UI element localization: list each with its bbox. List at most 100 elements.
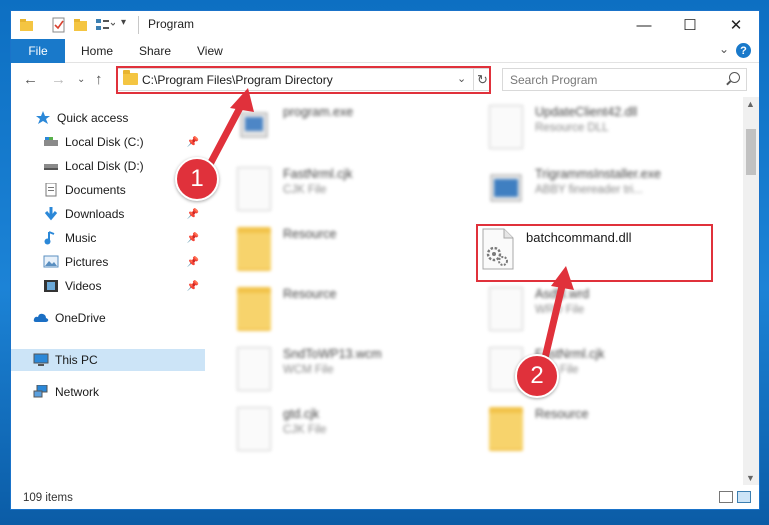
tab-file[interactable]: File: [11, 39, 65, 63]
exe-icon: [237, 105, 271, 149]
search-placeholder: Search Program: [510, 73, 598, 87]
pin-icon[interactable]: 📌: [187, 137, 199, 148]
file-item[interactable]: Asdfjl.wrd WRD File: [489, 285, 739, 337]
close-button[interactable]: ✕: [713, 11, 759, 39]
sidebar-item-quick-access[interactable]: Quick access: [11, 107, 205, 129]
back-arrow-icon[interactable]: ←: [23, 71, 38, 88]
sidebar-item-label: Downloads: [65, 207, 125, 221]
sidebar-item-label: Music: [65, 231, 97, 245]
file-item[interactable]: FastNrml.cjk CJK File: [237, 165, 487, 217]
pin-icon[interactable]: 📌: [187, 233, 199, 244]
file-name: Resource: [283, 287, 337, 301]
file-name: TrigrammsInstaller.exe: [535, 167, 661, 181]
recent-locations-icon[interactable]: ⌄: [77, 74, 85, 85]
help-icon[interactable]: ?: [736, 43, 751, 58]
file-type: CJK File: [283, 424, 327, 436]
sidebar-item-downloads[interactable]: Downloads 📌: [11, 203, 205, 225]
file-item[interactable]: SndToWP13.wcm WCM File: [237, 345, 487, 397]
ribbon-tabs: File Home Share View ⌄ ?: [11, 39, 759, 63]
up-arrow-icon[interactable]: ↑: [95, 71, 103, 88]
view-options-icon[interactable]: [95, 17, 116, 33]
file-item[interactable]: Resource: [489, 405, 739, 457]
sidebar-item-pictures[interactable]: Pictures 📌: [11, 251, 205, 273]
file-item[interactable]: UpdateClient42.dll Resource DLL: [489, 103, 739, 155]
file-highlight-box: [476, 224, 713, 282]
pin-icon[interactable]: 📌: [187, 281, 199, 292]
file-name: program.exe: [283, 105, 354, 119]
item-count: 109 items: [23, 492, 73, 504]
document-icon: [237, 347, 271, 391]
dll-icon: [489, 105, 523, 149]
forward-arrow-icon[interactable]: →: [51, 71, 66, 88]
customize-toolbar-icon[interactable]: ▾: [121, 17, 137, 33]
file-item[interactable]: gtd.cjk CJK File: [237, 405, 487, 457]
file-name: UpdateClient42.dll: [535, 105, 638, 119]
sidebar-item-label: Local Disk (D:): [65, 159, 144, 173]
sidebar-item-videos[interactable]: Videos 📌: [11, 275, 205, 297]
pin-icon[interactable]: 📌: [187, 209, 199, 220]
folder-icon: [237, 287, 271, 331]
file-name: Asdfjl.wrd: [535, 287, 590, 301]
document-icon: [489, 287, 523, 331]
file-name: Resource: [535, 407, 589, 421]
maximize-button[interactable]: ☐: [667, 11, 713, 39]
scroll-up-icon[interactable]: ▲: [746, 99, 755, 109]
sidebar-item-onedrive[interactable]: OneDrive: [11, 307, 205, 329]
computer-icon: [33, 353, 49, 367]
sidebar-item-network[interactable]: Network: [11, 381, 205, 403]
file-item[interactable]: TrigrammsInstaller.exe ABBY finereader t…: [489, 165, 739, 217]
pin-icon[interactable]: 📌: [187, 257, 199, 268]
sidebar-item-label: Network: [55, 385, 100, 399]
sidebar-item-label: This PC: [55, 353, 98, 367]
details-view-icon[interactable]: [719, 491, 733, 503]
view-switcher: [719, 491, 751, 503]
title-bar: ▾ Program — ☐ ✕: [11, 11, 759, 39]
file-type: Resource DLL: [535, 122, 609, 134]
address-highlight-box: [116, 66, 491, 94]
sidebar-item-local-disk-c[interactable]: Local Disk (C:) 📌: [11, 131, 205, 153]
scroll-thumb[interactable]: [746, 129, 756, 175]
file-name: Resource: [283, 227, 337, 241]
file-type: ABBY finereader tri...: [535, 184, 643, 196]
cloud-icon: [33, 311, 49, 325]
chevron-down-icon[interactable]: ⌄: [719, 42, 729, 56]
network-icon: [33, 384, 49, 399]
file-list: program.exe FastNrml.cjk CJK File Resour…: [207, 97, 743, 485]
large-icons-view-icon[interactable]: [737, 491, 751, 503]
tab-home[interactable]: Home: [81, 39, 113, 63]
sidebar-item-label: Pictures: [65, 255, 109, 269]
tab-share[interactable]: Share: [139, 39, 171, 63]
star-icon: [35, 111, 51, 125]
download-icon: [43, 207, 59, 221]
sidebar-item-label: OneDrive: [55, 311, 106, 325]
file-name: SndToWP13.wcm: [283, 347, 382, 361]
search-icon[interactable]: [729, 72, 740, 83]
file-type: CJK File: [283, 184, 327, 196]
file-item[interactable]: Resource: [237, 225, 487, 277]
file-type: WRD File: [535, 304, 585, 316]
file-name: FastNrml.cjk: [283, 167, 353, 181]
sidebar-item-label: Quick access: [57, 111, 129, 125]
folder-icon: [19, 17, 35, 33]
file-item[interactable]: program.exe: [237, 103, 487, 155]
sidebar-item-music[interactable]: Music 📌: [11, 227, 205, 249]
pictures-icon: [43, 255, 59, 269]
file-type: WCM File: [283, 364, 334, 376]
drive-icon: [43, 135, 59, 149]
properties-icon[interactable]: [51, 17, 67, 33]
new-folder-icon[interactable]: [73, 17, 89, 33]
minimize-button[interactable]: —: [621, 11, 667, 39]
sidebar-item-label: Documents: [65, 183, 126, 197]
drive-icon: [43, 159, 59, 173]
file-item[interactable]: Resource: [237, 285, 487, 337]
tab-view[interactable]: View: [197, 39, 223, 63]
file-name: gtd.cjk: [283, 407, 320, 421]
vertical-scrollbar[interactable]: ▲ ▼: [743, 97, 759, 485]
window-title: Program: [148, 17, 195, 31]
search-input[interactable]: Search Program: [502, 68, 747, 91]
sidebar-item-this-pc[interactable]: This PC: [11, 349, 205, 371]
scroll-down-icon[interactable]: ▼: [746, 473, 755, 483]
documents-icon: [43, 182, 59, 197]
videos-icon: [43, 279, 59, 293]
document-icon: [237, 167, 271, 211]
